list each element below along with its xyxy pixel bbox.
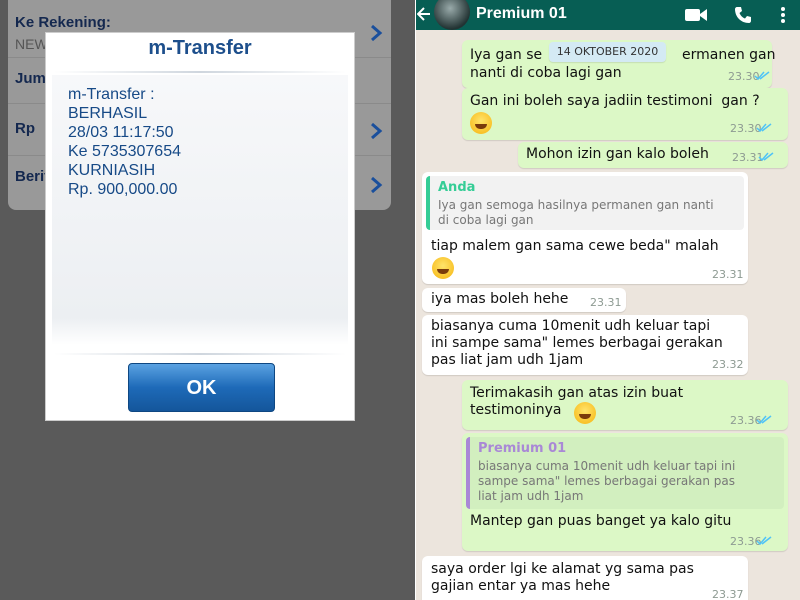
- dialog-line: Rp. 900,000.00: [68, 181, 178, 198]
- dialog-title: m-Transfer: [148, 37, 252, 59]
- dialog-line: m-Transfer :: [68, 86, 155, 103]
- read-ticks-icon: [756, 536, 772, 546]
- message-text: Iya gan se: [470, 47, 543, 63]
- chat-header: Premium 01: [416, 0, 800, 30]
- quoted-message[interactable]: Premium 01 biasanya cuma 10menit udh kel…: [466, 437, 784, 509]
- back-arrow-icon[interactable]: [417, 6, 431, 22]
- mtransfer-dialog: m-Transfer m-Transfer : BERHASIL 28/03 1…: [46, 33, 354, 420]
- laughing-emoji-icon: [470, 112, 492, 134]
- message-text: biasanya cuma 10menit udh keluar tapi in…: [431, 318, 723, 368]
- message-text: Mohon izin gan kalo boleh: [526, 146, 709, 162]
- message-time: 23.31: [590, 296, 622, 309]
- read-ticks-icon: [756, 123, 772, 133]
- form-label: Berit: [15, 168, 50, 185]
- read-ticks-icon: [756, 415, 772, 425]
- incoming-message[interactable]: saya order lgi ke alamat yg sama pas gaj…: [422, 556, 748, 600]
- quoted-message[interactable]: Anda Iya gan semoga hasilnya permanen ga…: [426, 176, 744, 230]
- chevron-right-icon[interactable]: [369, 176, 383, 194]
- incoming-message[interactable]: iya mas boleh hehe 23.31: [422, 288, 626, 312]
- grinning-emoji-icon: [432, 257, 454, 279]
- form-value: NEW: [15, 36, 48, 52]
- chevron-right-icon[interactable]: [369, 122, 383, 140]
- incoming-message[interactable]: Anda Iya gan semoga hasilnya permanen ga…: [422, 172, 748, 284]
- avatar[interactable]: [434, 0, 470, 30]
- quote-author: Premium 01: [478, 441, 567, 456]
- laughing-emoji-icon: [574, 402, 596, 424]
- quote-text: biasanya cuma 10menit udh keluar tapi in…: [478, 459, 736, 503]
- message-time: 23.31: [712, 268, 744, 281]
- quote-author: Anda: [438, 180, 476, 195]
- form-label: Rp: [15, 120, 35, 137]
- dialog-line: Ke 5735307654: [68, 143, 181, 160]
- incoming-message[interactable]: biasanya cuma 10menit udh keluar tapi in…: [422, 315, 748, 375]
- message-text: Gan ini boleh saya jadiin testimoni gan …: [470, 93, 760, 109]
- dialog-body: m-Transfer : BERHASIL 28/03 11:17:50 Ke …: [52, 75, 348, 345]
- message-text: ermanen gan: [682, 47, 776, 63]
- form-label: Jum: [15, 70, 46, 87]
- outgoing-message[interactable]: Gan ini boleh saya jadiin testimoni gan …: [462, 88, 788, 140]
- quote-text: Iya gan semoga hasilnya permanen gan nan…: [438, 198, 714, 227]
- video-call-icon[interactable]: [684, 6, 708, 24]
- outgoing-message[interactable]: Premium 01 biasanya cuma 10menit udh kel…: [462, 433, 788, 551]
- chat-panel: Premium 01 Iya gan se ermanen gan nanti …: [416, 0, 800, 600]
- form-label: Ke Rekening:: [15, 14, 111, 31]
- message-text: tiap malem gan sama cewe beda" malah: [431, 238, 719, 254]
- message-text: iya mas boleh hehe: [431, 291, 569, 307]
- contact-name[interactable]: Premium 01: [476, 5, 567, 23]
- phone-call-icon[interactable]: [734, 6, 752, 24]
- dialog-line: 28/03 11:17:50: [68, 124, 174, 141]
- message-time: 23.32: [712, 358, 744, 371]
- outgoing-message[interactable]: Mohon izin gan kalo boleh 23.31: [518, 142, 788, 168]
- divider: [54, 71, 346, 73]
- dialog-line: BERHASIL: [68, 105, 148, 122]
- chevron-right-icon[interactable]: [369, 24, 383, 42]
- read-ticks-icon: [758, 152, 774, 162]
- message-text: Mantep gan puas banget ya kalo gitu: [470, 513, 732, 529]
- ok-button[interactable]: OK: [128, 363, 275, 412]
- message-time: 23.37: [712, 588, 744, 600]
- divider: [54, 353, 346, 355]
- outgoing-message[interactable]: Terimakasih gan atas izin buat testimoni…: [462, 380, 788, 430]
- message-text: nanti di coba lagi gan: [470, 65, 622, 81]
- banking-app-panel: Ke Rekening: NEW Jum Rp Berit m-Transfer…: [0, 0, 415, 600]
- date-separator: 14 OKTOBER 2020: [549, 42, 666, 62]
- message-text: saya order lgi ke alamat yg sama pas gaj…: [431, 561, 694, 594]
- dialog-line: KURNIASIH: [68, 162, 156, 179]
- more-options-icon[interactable]: [780, 6, 786, 24]
- read-ticks-icon: [754, 71, 770, 81]
